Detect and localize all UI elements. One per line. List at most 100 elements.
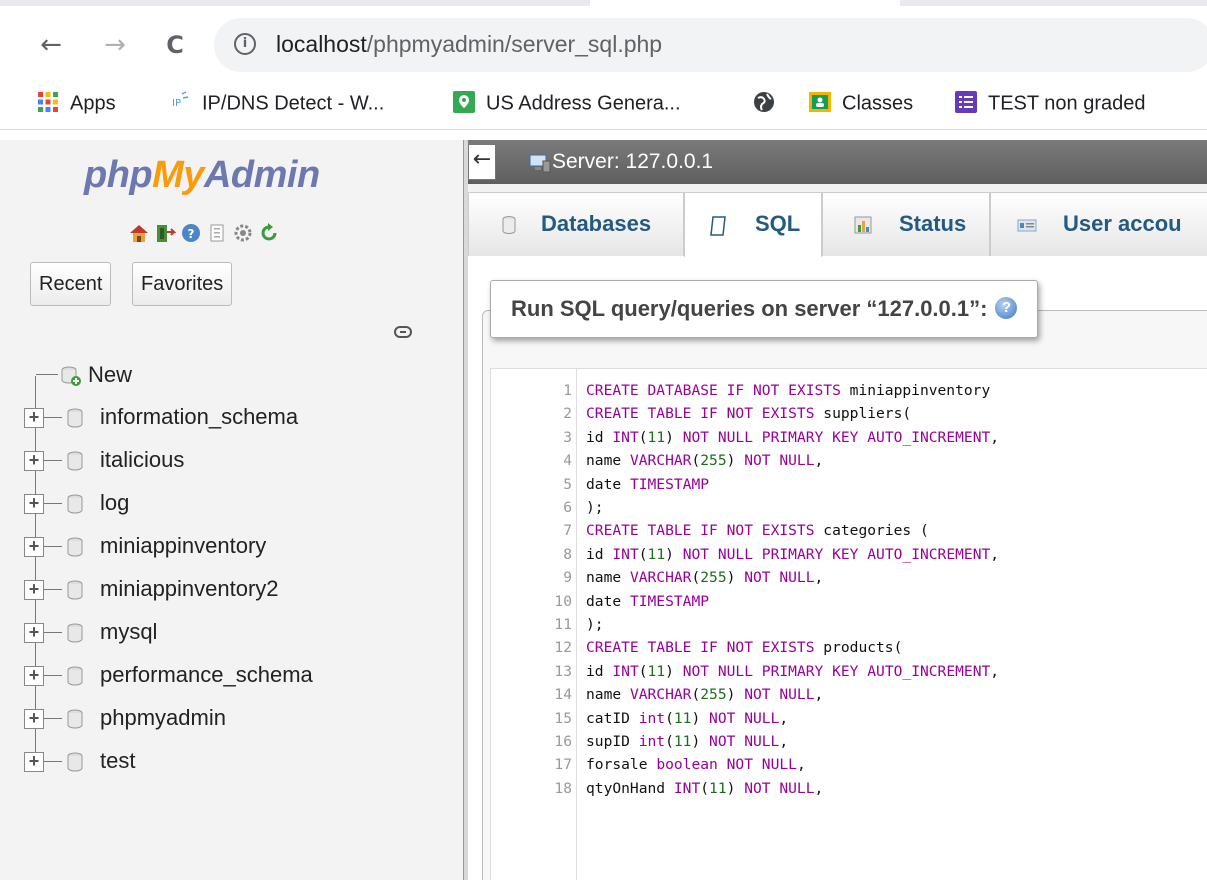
expand-icon[interactable]: + [24, 408, 44, 428]
browser-tab-strip [0, 0, 1207, 10]
tree-item-database[interactable]: + miniappinventory [24, 529, 454, 569]
code-line[interactable]: 4 name VARCHAR(255) NOT NULL, [491, 449, 1207, 472]
browser-tab[interactable] [900, 0, 1207, 6]
code-line[interactable]: 3 id INT(11) NOT NULL PRIMARY KEY AUTO_IN… [491, 426, 1207, 449]
url-text[interactable]: localhost/phpmyadmin/server_sql.php [276, 31, 662, 58]
expand-icon[interactable]: + [24, 666, 44, 686]
bookmark-globe[interactable] [752, 92, 786, 118]
bookmark-ip-dns[interactable]: IP IP/DNS Detect - W... [168, 91, 385, 118]
code-line[interactable]: 11); [491, 613, 1207, 636]
line-number: 14 [554, 686, 572, 704]
sql-query-title: Run SQL query/queries on server “127.0.0… [490, 280, 1039, 338]
gear-icon[interactable] [232, 222, 254, 244]
status-chart-icon [853, 215, 873, 235]
classroom-icon [808, 90, 832, 114]
code-line[interactable]: 13 id INT(11) NOT NULL PRIMARY KEY AUTO_I… [491, 660, 1207, 683]
exit-icon[interactable] [154, 222, 177, 244]
url-host: localhost [276, 31, 367, 57]
expand-icon[interactable]: + [24, 709, 44, 729]
code-line[interactable]: 18 qtyOnHand INT(11) NOT NULL, [491, 777, 1207, 800]
line-number: 15 [554, 709, 572, 727]
bookmark-apps[interactable]: Apps [36, 92, 116, 118]
expand-icon[interactable]: + [24, 580, 44, 600]
code-line[interactable]: 1 CREATE DATABASE IF NOT EXISTS miniappin… [491, 379, 1207, 402]
site-info-icon[interactable]: i [234, 33, 256, 55]
database-icon [66, 665, 84, 687]
tree-item-new[interactable]: New [24, 358, 454, 398]
back-button[interactable]: ← [36, 30, 66, 60]
tree-item-database[interactable]: + mysql [24, 615, 454, 655]
tab-sql[interactable]: SQL [684, 192, 822, 257]
code-text: id INT(11) NOT NULL PRIMARY KEY AUTO_INC… [586, 428, 1000, 446]
code-line[interactable]: 6); [491, 496, 1207, 519]
browser-tab[interactable] [0, 0, 590, 6]
svg-text:IP: IP [172, 98, 181, 109]
tree-item-database[interactable]: + miniappinventory2 [24, 572, 454, 612]
expand-icon[interactable]: + [24, 537, 44, 557]
line-number: 11 [554, 616, 572, 633]
tree-item-database[interactable]: + phpmyadmin [24, 701, 454, 741]
code-line[interactable]: 8 id INT(11) NOT NULL PRIMARY KEY AUTO_IN… [491, 543, 1207, 566]
code-line[interactable]: 14 name VARCHAR(255) NOT NULL, [491, 683, 1207, 706]
line-number: 2 [563, 405, 572, 423]
code-line[interactable]: 16 supID int(11) NOT NULL, [491, 730, 1207, 753]
code-line[interactable]: 5 date TIMESTAMP [491, 473, 1207, 496]
documentation-icon[interactable] [206, 222, 228, 244]
code-line[interactable]: 9 name VARCHAR(255) NOT NULL, [491, 566, 1207, 589]
tree-item-database[interactable]: + test [24, 744, 454, 784]
sql-icon [709, 215, 729, 236]
navigation-panel: phpMyAdmin ? Recent Favorites New + infor… [0, 140, 465, 880]
code-line[interactable]: 12 CREATE TABLE IF NOT EXISTS products( [491, 636, 1207, 659]
link-chain-icon[interactable] [394, 326, 412, 338]
expand-icon[interactable]: + [24, 494, 44, 514]
expand-icon[interactable]: + [24, 451, 44, 471]
line-number: 9 [563, 569, 572, 587]
code-line[interactable]: 17 forsale boolean NOT NULL, [491, 753, 1207, 776]
expand-icon[interactable]: + [24, 623, 44, 643]
address-bar[interactable]: i localhost/phpmyadmin/server_sql.php [214, 18, 1207, 72]
bookmark-classes[interactable]: Classes [808, 92, 913, 118]
help-icon[interactable]: ? [995, 297, 1018, 320]
recent-button[interactable]: Recent [30, 262, 112, 306]
home-icon[interactable] [128, 222, 150, 244]
code-text: supID int(11) NOT NULL, [586, 733, 789, 750]
tree-dash [44, 718, 62, 719]
bookmark-label: TEST non graded [988, 92, 1146, 115]
collapse-nav-button[interactable]: ← [468, 144, 496, 180]
tree-item-database[interactable]: + italicious [24, 443, 454, 483]
code-line[interactable]: 15 catID int(11) NOT NULL, [491, 707, 1207, 730]
reload-icon[interactable] [258, 222, 280, 244]
tree-item-label: phpmyadmin [100, 705, 226, 730]
code-line[interactable]: 7 CREATE TABLE IF NOT EXISTS categories ( [491, 519, 1207, 542]
tree-item-database[interactable]: + performance_schema [24, 658, 454, 698]
tree-dash [36, 374, 58, 375]
bookmark-us-address[interactable]: US Address Genera... [452, 91, 681, 118]
line-number: 6 [563, 499, 572, 516]
forward-button[interactable]: → [100, 30, 130, 60]
bookmark-test-non-graded[interactable]: TEST non graded [954, 91, 1146, 118]
tab-status[interactable]: Status [822, 192, 990, 256]
line-number: 5 [563, 475, 572, 493]
nav-icon-row: ? [128, 222, 280, 248]
tree-item-database[interactable]: + log [24, 486, 454, 526]
sql-editor[interactable]: 1 CREATE DATABASE IF NOT EXISTS miniappin… [490, 368, 1207, 880]
expand-icon[interactable]: + [24, 752, 44, 772]
tab-user-accounts[interactable]: User accou [990, 192, 1207, 256]
favorites-button[interactable]: Favorites [132, 262, 233, 306]
database-icon [66, 622, 84, 644]
code-line[interactable]: 2 CREATE TABLE IF NOT EXISTS suppliers( [491, 402, 1207, 425]
server-label[interactable]: Server: 127.0.0.1 [552, 150, 713, 174]
reload-button[interactable]: C [160, 30, 190, 60]
code-text: name VARCHAR(255) NOT NULL, [586, 686, 824, 704]
tab-databases[interactable]: Databases [468, 192, 684, 256]
tree-item-database[interactable]: + information_schema [24, 400, 454, 440]
code-text: id INT(11) NOT NULL PRIMARY KEY AUTO_INC… [586, 545, 1000, 563]
bookmark-label: IP/DNS Detect - W... [202, 92, 385, 115]
help-icon[interactable]: ? [180, 222, 202, 244]
browser-toolbar: ← → C i localhost/phpmyadmin/server_sql.… [0, 10, 1207, 80]
code-text: ); [586, 499, 604, 516]
code-line[interactable]: 10 date TIMESTAMP [491, 590, 1207, 613]
phpmyadmin-logo[interactable]: phpMyAdmin [84, 154, 320, 197]
code-text: qtyOnHand INT(11) NOT NULL, [586, 779, 824, 797]
tree-item-label: test [100, 748, 136, 773]
